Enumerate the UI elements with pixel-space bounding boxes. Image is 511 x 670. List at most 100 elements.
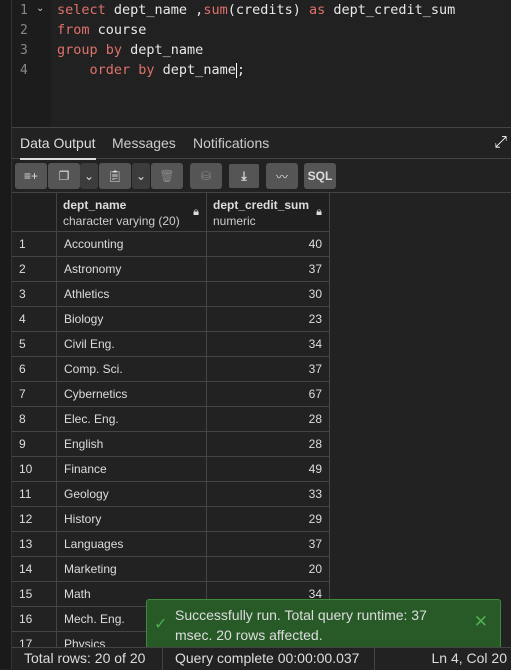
- dept-name-cell[interactable]: Marketing: [57, 557, 207, 582]
- line-number: 3: [20, 43, 28, 58]
- sql-editor[interactable]: ⌄ 1 2 3 4 select dept_name ,sum(credits) as …: [12, 0, 511, 128]
- line-chart-icon: 〰: [275, 169, 288, 184]
- data-grid: dept_name character varying (20) 🔒︎ dept…: [12, 193, 511, 647]
- dept-name-cell[interactable]: Astronomy: [57, 257, 207, 282]
- column-name: dept_name: [63, 198, 127, 212]
- row-number-cell: 13: [12, 532, 57, 557]
- dept-name-cell[interactable]: Biology: [57, 307, 207, 332]
- dept-name-cell[interactable]: Elec. Eng.: [57, 407, 207, 432]
- dept-credit-sum-cell[interactable]: 37: [207, 257, 330, 282]
- copy-button[interactable]: ❐: [48, 163, 80, 189]
- table-row[interactable]: 14 Marketing 20: [12, 557, 330, 582]
- close-icon[interactable]: ✕: [474, 612, 488, 632]
- dept-name-cell[interactable]: English: [57, 432, 207, 457]
- copy-dropdown-button[interactable]: ⌄: [80, 163, 98, 189]
- dept-credit-sum-cell[interactable]: 28: [207, 407, 330, 432]
- column-type: character varying (20): [63, 214, 180, 228]
- dept-name-cell[interactable]: Cybernetics: [57, 382, 207, 407]
- dept-name-cell[interactable]: Accounting: [57, 232, 207, 257]
- tab-data-output[interactable]: Data Output: [20, 135, 96, 160]
- dept-name-cell[interactable]: Languages: [57, 532, 207, 557]
- dept-credit-sum-cell[interactable]: 37: [207, 532, 330, 557]
- dept-credit-sum-cell[interactable]: 40: [207, 232, 330, 257]
- paste-dropdown-button[interactable]: ⌄: [132, 163, 150, 189]
- column-header-dept-name[interactable]: dept_name character varying (20) 🔒︎: [57, 193, 207, 232]
- row-number-cell: 14: [12, 557, 57, 582]
- row-number-cell: 17: [12, 632, 57, 647]
- status-bar: Total rows: 20 of 20 Query complete 00:0…: [12, 647, 511, 670]
- sql-keyword: sum: [203, 2, 228, 18]
- sql-keyword: order by: [57, 62, 155, 78]
- row-number-cell: 2: [12, 257, 57, 282]
- row-number-cell: 1: [12, 232, 57, 257]
- table-row[interactable]: 10 Finance 49: [12, 457, 330, 482]
- sql-keyword: select: [57, 2, 106, 18]
- table-row[interactable]: 5 Civil Eng. 34: [12, 332, 330, 357]
- line-gutter: [12, 0, 51, 127]
- column-name: dept_credit_sum: [213, 198, 310, 212]
- dept-name-cell[interactable]: Geology: [57, 482, 207, 507]
- dept-name-cell[interactable]: Finance: [57, 457, 207, 482]
- table-row[interactable]: 8 Elec. Eng. 28: [12, 407, 330, 432]
- query-status: Query complete 00:00:00.037: [175, 650, 360, 666]
- code-line[interactable]: from course: [57, 22, 146, 38]
- sql-button[interactable]: SQL: [304, 163, 336, 189]
- line-number: 4: [20, 63, 28, 78]
- dept-credit-sum-cell[interactable]: 30: [207, 282, 330, 307]
- table-row[interactable]: 3 Athletics 30: [12, 282, 330, 307]
- table-row[interactable]: 6 Comp. Sci. 37: [12, 357, 330, 382]
- dept-credit-sum-cell[interactable]: 23: [207, 307, 330, 332]
- total-rows: Total rows: 20 of 20: [24, 650, 146, 666]
- row-number-cell: 10: [12, 457, 57, 482]
- expand-icon[interactable]: ⤢: [494, 134, 507, 152]
- tab-messages[interactable]: Messages: [112, 135, 176, 151]
- fold-chevron-icon[interactable]: ⌄: [36, 3, 44, 14]
- dept-name-cell[interactable]: History: [57, 507, 207, 532]
- add-row-button[interactable]: ≡+: [15, 163, 47, 189]
- line-number: 2: [20, 23, 28, 38]
- database-save-icon: ⛁: [200, 169, 212, 183]
- table-row[interactable]: 13 Languages 37: [12, 532, 330, 557]
- row-number-cell: 16: [12, 607, 57, 632]
- dept-credit-sum-cell[interactable]: 67: [207, 382, 330, 407]
- dept-credit-sum-cell[interactable]: 28: [207, 432, 330, 457]
- table-row[interactable]: 12 History 29: [12, 507, 330, 532]
- dept-credit-sum-cell[interactable]: 49: [207, 457, 330, 482]
- left-sidebar-strip: [0, 0, 12, 669]
- dept-credit-sum-cell[interactable]: 20: [207, 557, 330, 582]
- table-row[interactable]: 1 Accounting 40: [12, 232, 330, 257]
- trash-icon: 🗑︎: [159, 169, 175, 183]
- table-row[interactable]: 4 Biology 23: [12, 307, 330, 332]
- download-button[interactable]: ⤓: [228, 163, 260, 189]
- code-line[interactable]: select dept_name ,sum(credits) as dept_c…: [57, 2, 455, 18]
- column-header-dept-credit-sum[interactable]: dept_credit_sum numeric 🔒︎: [207, 193, 330, 232]
- clipboard-icon: 📋︎: [107, 169, 123, 183]
- row-number-cell: 8: [12, 407, 57, 432]
- graph-button[interactable]: 〰: [266, 163, 298, 189]
- dept-credit-sum-cell[interactable]: 33: [207, 482, 330, 507]
- row-number-cell: 3: [12, 282, 57, 307]
- row-number-header: [12, 193, 57, 232]
- table-row[interactable]: 11 Geology 33: [12, 482, 330, 507]
- copy-icon: ❐: [58, 169, 70, 183]
- table-row[interactable]: 9 English 28: [12, 432, 330, 457]
- dept-credit-sum-cell[interactable]: 34: [207, 332, 330, 357]
- sql-keyword: from: [57, 22, 90, 38]
- dept-name-cell[interactable]: Comp. Sci.: [57, 357, 207, 382]
- dept-credit-sum-cell[interactable]: 37: [207, 357, 330, 382]
- paste-button[interactable]: 📋︎: [99, 163, 131, 189]
- table-row[interactable]: 2 Astronomy 37: [12, 257, 330, 282]
- dept-credit-sum-cell[interactable]: 29: [207, 507, 330, 532]
- sql-text: course: [89, 22, 147, 38]
- save-data-button[interactable]: ⛁: [190, 163, 222, 189]
- code-line[interactable]: order by dept_name;: [57, 62, 245, 78]
- chevron-down-icon: ⌄: [83, 169, 95, 183]
- table-row[interactable]: 7 Cybernetics 67: [12, 382, 330, 407]
- row-number-cell: 6: [12, 357, 57, 382]
- tab-notifications[interactable]: Notifications: [193, 135, 269, 151]
- code-line[interactable]: group by dept_name: [57, 42, 203, 58]
- dept-name-cell[interactable]: Civil Eng.: [57, 332, 207, 357]
- dept-name-cell[interactable]: Athletics: [57, 282, 207, 307]
- row-number-cell: 12: [12, 507, 57, 532]
- delete-button[interactable]: 🗑︎: [151, 163, 183, 189]
